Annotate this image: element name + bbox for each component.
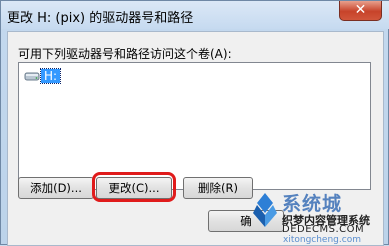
highlight-annotation	[92, 172, 176, 202]
dialog-window: 更改 H: (pix) 的驱动器号和路径 ✕ 可用下列驱动器号和路径访问这个卷(…	[0, 0, 389, 246]
close-button[interactable]: ✕	[339, 1, 382, 21]
window-title: 更改 H: (pix) 的驱动器号和路径	[7, 11, 194, 26]
add-button[interactable]: 添加(D)...	[18, 177, 94, 199]
close-icon: ✕	[354, 2, 367, 18]
title-bar[interactable]: 更改 H: (pix) 的驱动器号和路径 ✕	[1, 1, 389, 29]
drive-icon	[24, 72, 40, 81]
delete-button[interactable]: 删除(R)	[183, 177, 253, 199]
watermark: 系统城 织梦内容管理系统 DEDECMS.COM xitongcheng.com	[249, 191, 389, 246]
drive-path-list[interactable]: H:	[18, 62, 371, 190]
list-item[interactable]: H:	[24, 68, 62, 84]
watermark-url-secondary: xitongcheng.com	[283, 235, 361, 245]
paths-label: 可用下列驱动器号和路径访问这个卷(A):	[18, 47, 232, 61]
list-item-label: H:	[39, 68, 62, 84]
watermark-logo-icon	[253, 193, 277, 227]
watermark-url: DEDECMS.COM	[282, 224, 365, 235]
